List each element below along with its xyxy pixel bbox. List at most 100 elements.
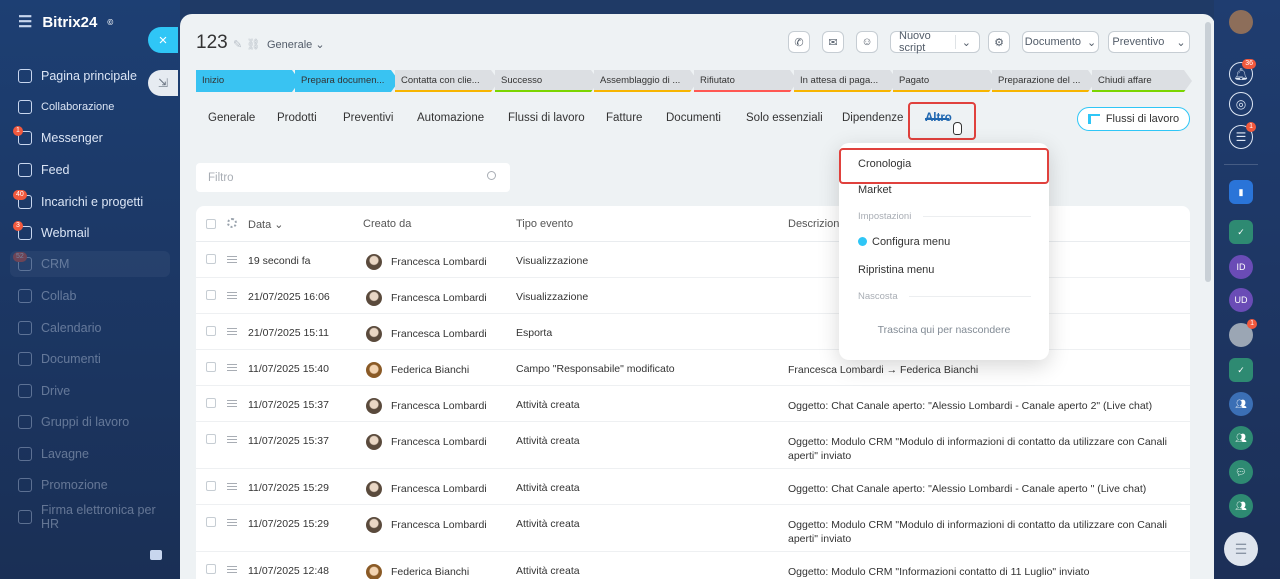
row-checkbox[interactable] xyxy=(206,517,216,527)
stage-4[interactable]: Assemblaggio di ... xyxy=(594,70,698,92)
group-icon[interactable]: 👥︎ xyxy=(1229,426,1253,450)
collapse-button[interactable]: ⇲ xyxy=(148,70,178,96)
more-button[interactable]: ☰ xyxy=(1224,532,1258,566)
menu-item-configura[interactable]: Configura menu xyxy=(858,236,950,248)
email-button[interactable]: ✉ xyxy=(822,31,844,53)
stage-9[interactable]: Chiudi affare xyxy=(1092,70,1192,92)
menu-item-ripristina[interactable]: Ripristina menu xyxy=(858,264,934,276)
call-button[interactable]: ✆ xyxy=(788,31,810,53)
menu-item-market[interactable]: Market xyxy=(858,184,892,196)
stage-7[interactable]: Pagato xyxy=(893,70,997,92)
drag-hide-zone[interactable]: Trascina qui per nascondere xyxy=(839,324,1049,336)
sidebar-item-14[interactable]: Firma elettronica per HR xyxy=(18,503,170,531)
chat-bubble-icon[interactable]: 💬︎ xyxy=(1229,460,1253,484)
drag-handle-icon[interactable] xyxy=(227,519,237,526)
cell-author[interactable]: Francesca Lombardi xyxy=(391,400,487,412)
table-row[interactable]: 11/07/2025 12:48 Federica Bianchi Attività… xyxy=(196,552,1190,579)
sidebar-item-12[interactable]: Lavagne xyxy=(18,441,170,467)
drag-handle-icon[interactable] xyxy=(227,483,237,490)
drag-handle-icon[interactable] xyxy=(227,292,237,299)
tab-generale[interactable]: Generale xyxy=(208,112,255,124)
preventivo-button[interactable]: Preventivo ⌄ xyxy=(1108,31,1190,53)
table-row[interactable]: 11/07/2025 15:37 Francesca Lombardi Attivi… xyxy=(196,386,1190,422)
chevron-down-icon[interactable]: ⌄ xyxy=(1176,36,1185,49)
cell-author[interactable]: Francesca Lombardi xyxy=(391,483,487,495)
row-checkbox[interactable] xyxy=(206,290,216,300)
gear-icon[interactable] xyxy=(227,218,237,228)
cell-author[interactable]: Francesca Lombardi xyxy=(391,436,487,448)
stage-2[interactable]: Contatta con clie... xyxy=(395,70,499,92)
cell-author[interactable]: Francesca Lombardi xyxy=(391,519,487,531)
select-all-checkbox[interactable] xyxy=(206,219,216,229)
sidebar-item-6[interactable]: 52 CRM xyxy=(10,251,170,277)
chat-button[interactable]: ☺ xyxy=(856,31,878,53)
avatar-id[interactable]: ID xyxy=(1229,255,1253,279)
group-icon[interactable]: 👥︎ xyxy=(1229,494,1253,518)
scrollbar[interactable] xyxy=(1205,22,1211,282)
sidebar-item-13[interactable]: Promozione xyxy=(18,472,170,498)
task-icon[interactable]: ✓ xyxy=(1229,220,1253,244)
printer-icon[interactable] xyxy=(150,550,162,560)
sidebar-item-7[interactable]: Collab xyxy=(18,283,170,309)
drag-handle-icon[interactable] xyxy=(227,566,237,573)
drag-handle-icon[interactable] xyxy=(227,328,237,335)
drag-handle-icon[interactable] xyxy=(227,400,237,407)
close-button[interactable]: × xyxy=(148,27,178,53)
sidebar-item-3[interactable]: Feed xyxy=(18,157,170,183)
filter-input[interactable]: Filtro xyxy=(196,163,510,192)
sidebar-item-4[interactable]: 40 Incarichi e progetti xyxy=(13,189,170,215)
sidebar-item-11[interactable]: Gruppi di lavoro xyxy=(18,409,170,435)
chat-icon[interactable]: ☰ 1 xyxy=(1229,122,1256,149)
row-checkbox[interactable] xyxy=(206,326,216,336)
table-row[interactable]: 11/07/2025 15:37 Francesca Lombardi Attivi… xyxy=(196,422,1190,469)
edit-link-icons[interactable]: ✎⛓ xyxy=(233,38,264,51)
column-date[interactable]: Data ⌄ xyxy=(248,218,284,231)
brand[interactable]: ☰ Bitrix24 © xyxy=(18,12,113,32)
cell-author[interactable]: Francesca Lombardi xyxy=(391,292,487,304)
drag-handle-icon[interactable] xyxy=(227,256,237,263)
tab-preventivi[interactable]: Preventivi xyxy=(343,112,394,124)
nuovo-script-button[interactable]: Nuovo script ⌄ xyxy=(890,30,980,54)
stage-1[interactable]: Prepara documen... xyxy=(295,70,399,92)
cell-author[interactable]: Federica Bianchi xyxy=(391,566,469,578)
bell-icon[interactable]: 🔔︎ 36 xyxy=(1229,59,1256,86)
stage-8[interactable]: Preparazione del ... xyxy=(992,70,1096,92)
user-avatar[interactable]: 1 xyxy=(1229,319,1257,347)
user-avatar[interactable] xyxy=(1229,10,1253,34)
tab-fatture[interactable]: Fatture xyxy=(606,112,642,124)
task-icon[interactable]: ✓ xyxy=(1229,358,1253,382)
cell-author[interactable]: Federica Bianchi xyxy=(391,364,469,376)
chevron-down-icon[interactable]: ⌄ xyxy=(962,36,971,49)
drag-handle-icon[interactable] xyxy=(227,364,237,371)
row-checkbox[interactable] xyxy=(206,398,216,408)
tab-documenti[interactable]: Documenti xyxy=(666,112,721,124)
stage-5[interactable]: Rifiutato xyxy=(694,70,798,92)
cell-author[interactable]: Francesca Lombardi xyxy=(391,256,487,268)
activity-icon[interactable]: ◎ xyxy=(1229,92,1253,116)
search-icon[interactable] xyxy=(487,171,496,180)
settings-button[interactable]: ⚙ xyxy=(988,31,1010,53)
stage-6[interactable]: In attesa di paga... xyxy=(794,70,898,92)
row-checkbox[interactable] xyxy=(206,362,216,372)
stage-0[interactable]: Inizio xyxy=(196,70,300,92)
sidebar-item-9[interactable]: Documenti xyxy=(18,346,170,372)
sidebar-item-5[interactable]: 3 Webmail xyxy=(13,220,170,246)
category-selector[interactable]: Generale ⌄ xyxy=(267,38,325,51)
tab-solo-essenziali[interactable]: Solo essenziali xyxy=(746,112,823,124)
drag-handle-icon[interactable] xyxy=(227,436,237,443)
sidebar-item-2[interactable]: 1 Messenger xyxy=(13,125,170,151)
sidebar-item-1[interactable]: Collaborazione xyxy=(18,94,170,120)
tab-prodotti[interactable]: Prodotti xyxy=(277,112,317,124)
tab-flussi-di-lavoro[interactable]: Flussi di lavoro xyxy=(508,112,585,124)
sidebar-item-8[interactable]: Calendario xyxy=(18,315,170,341)
cell-author[interactable]: Francesca Lombardi xyxy=(391,328,487,340)
documento-button[interactable]: Documento ⌄ xyxy=(1022,31,1099,53)
tab-automazione[interactable]: Automazione xyxy=(417,112,484,124)
table-row[interactable]: 11/07/2025 15:29 Francesca Lombardi Attivi… xyxy=(196,505,1190,552)
row-checkbox[interactable] xyxy=(206,434,216,444)
row-checkbox[interactable] xyxy=(206,564,216,574)
group-icon[interactable]: 👥︎ xyxy=(1229,392,1253,416)
table-row[interactable]: 11/07/2025 15:29 Francesca Lombardi Attivi… xyxy=(196,469,1190,505)
stage-3[interactable]: Successo xyxy=(495,70,599,92)
row-checkbox[interactable] xyxy=(206,481,216,491)
